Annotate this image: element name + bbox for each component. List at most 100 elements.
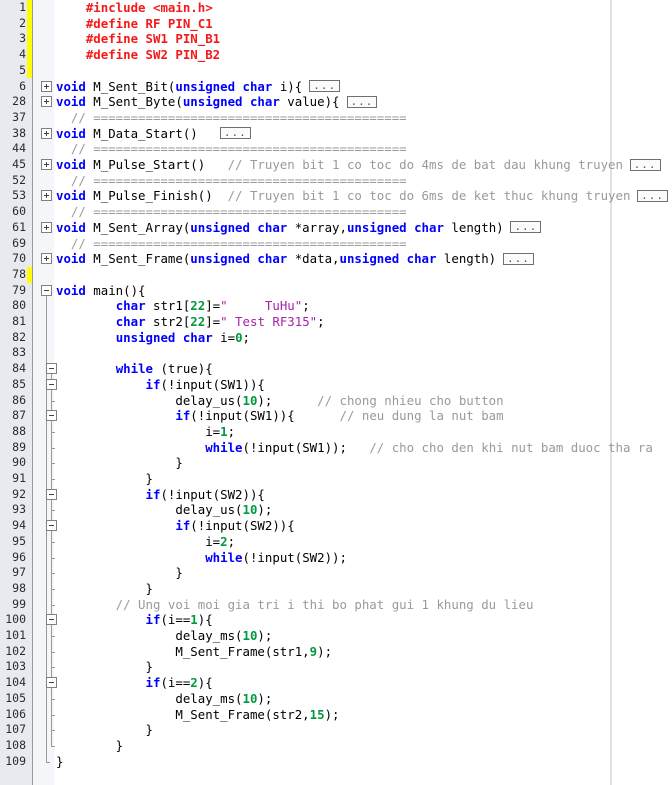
- code-line[interactable]: 70 void M_Sent_Frame(unsigned char *data,…: [0, 251, 672, 267]
- token-pun: length): [436, 251, 504, 267]
- token-kw: unsigned char: [339, 251, 437, 267]
- code-line[interactable]: 105 delay_ms(10);: [0, 691, 672, 707]
- line-text: }: [56, 659, 153, 675]
- change-bar: [27, 62, 32, 79]
- code-line[interactable]: 97 }: [0, 565, 672, 581]
- code-editor[interactable]: 1 #include <main.h> 2 #define RF PIN_C1 3 …: [0, 0, 672, 785]
- line-text: #include <main.h>: [56, 0, 213, 16]
- line-number: 5: [19, 62, 26, 77]
- line-number: 52: [12, 172, 26, 187]
- code-line[interactable]: 87 if(!input(SW1)){ // neu dung la nut b…: [0, 408, 672, 424]
- token-pun: i=: [56, 423, 221, 439]
- line-text: #define RF PIN_C1: [56, 16, 213, 32]
- code-line[interactable]: 45 void M_Pulse_Start() // Truyen bit 1 c…: [0, 157, 672, 173]
- code-line[interactable]: 79 void main(){: [0, 283, 672, 299]
- token-kw: if: [145, 675, 161, 691]
- token-pun: value){: [279, 94, 347, 110]
- collapsed-block-marker[interactable]: ...: [309, 80, 341, 92]
- token-kw: unsigned char: [115, 329, 213, 345]
- code-line[interactable]: 83: [0, 345, 672, 361]
- collapsed-block-marker[interactable]: ...: [219, 127, 251, 140]
- code-line[interactable]: 94 if(!input(SW2)){: [0, 518, 672, 534]
- code-line[interactable]: 4 #define SW2 PIN_B2: [0, 47, 672, 63]
- code-line[interactable]: 86 delay_us(10); // chong nhieu cho butt…: [0, 393, 672, 409]
- code-line[interactable]: 106 M_Sent_Frame(str2,15);: [0, 707, 672, 723]
- code-line[interactable]: 44 // ==================================…: [0, 141, 672, 157]
- code-line[interactable]: 5: [0, 62, 672, 79]
- code-line[interactable]: 102 M_Sent_Frame(str1,9);: [0, 644, 672, 660]
- code-line[interactable]: 96 while(!input(SW2));: [0, 550, 672, 566]
- line-number: 89: [12, 439, 26, 454]
- code-line[interactable]: 89 while(!input(SW1)); // cho cho den kh…: [0, 440, 672, 456]
- token-pun: i=: [212, 329, 236, 345]
- line-number: 81: [12, 314, 26, 328]
- code-line[interactable]: 103 }: [0, 659, 672, 675]
- code-line[interactable]: 60 // ==================================…: [0, 204, 672, 220]
- line-number: 88: [12, 423, 26, 438]
- code-line[interactable]: 78: [0, 266, 672, 283]
- token-pun: [56, 612, 146, 627]
- line-text: }: [56, 455, 182, 471]
- code-line[interactable]: 53 void M_Pulse_Finish() // Truyen bit 1 …: [0, 188, 672, 204]
- code-line[interactable]: 82 unsigned char i=0;: [0, 330, 672, 346]
- token-kw: unsigned char: [182, 94, 280, 110]
- code-line[interactable]: 109}: [0, 754, 672, 770]
- collapsed-block-marker[interactable]: ...: [510, 221, 542, 234]
- code-line[interactable]: 80 char str1[22]=" TuHu";: [0, 298, 672, 314]
- code-line[interactable]: 99 // Ung voi moi gia tri i thi bo phat …: [0, 597, 672, 613]
- line-text: }: [56, 581, 153, 597]
- token-pun: [56, 298, 116, 313]
- token-pun: *array,: [287, 219, 347, 235]
- code-line[interactable]: 90 }: [0, 455, 672, 471]
- code-line[interactable]: 104 if(i==2){: [0, 675, 672, 691]
- code-line[interactable]: 28 void M_Sent_Byte(unsigned char value){…: [0, 94, 672, 110]
- collapsed-block-marker[interactable]: ...: [346, 95, 378, 108]
- line-number: 96: [12, 549, 26, 564]
- line-text: void main(){: [56, 283, 146, 299]
- token-num: 10: [242, 392, 258, 408]
- code-line[interactable]: 85 if(!input(SW1)){: [0, 377, 672, 393]
- line-text: void M_Sent_Frame(unsigned char *data,un…: [56, 251, 504, 267]
- collapsed-block-marker[interactable]: ...: [503, 252, 534, 265]
- line-text: char str2[22]=" Test RF315";: [56, 314, 325, 330]
- code-line[interactable]: 61 void M_Sent_Array(unsigned char *array…: [0, 220, 672, 236]
- code-line[interactable]: 107 }: [0, 722, 672, 738]
- line-text: }: [56, 722, 153, 738]
- code-line[interactable]: 2 #define RF PIN_C1: [0, 15, 672, 32]
- code-line[interactable]: 101 delay_ms(10);: [0, 628, 672, 644]
- code-line[interactable]: 81 char str2[22]=" Test RF315";: [0, 314, 672, 330]
- line-text: i=2;: [56, 534, 235, 550]
- collapsed-block-marker[interactable]: ...: [629, 158, 661, 171]
- collapsed-block-marker[interactable]: ...: [637, 189, 668, 202]
- line-number: 44: [12, 141, 26, 156]
- token-kw: char: [115, 314, 146, 329]
- code-line[interactable]: 98 }: [0, 581, 672, 597]
- line-text: unsigned char i=0;: [56, 330, 250, 346]
- code-line[interactable]: 3 #define SW1 PIN_B1: [0, 31, 672, 48]
- line-number: 84: [12, 361, 26, 376]
- token-pun: [56, 675, 146, 690]
- code-line[interactable]: 52 // ==================================…: [0, 173, 672, 189]
- code-line[interactable]: 95 i=2;: [0, 534, 672, 550]
- code-line[interactable]: 92 if(!input(SW2)){: [0, 487, 672, 503]
- line-text: // =====================================…: [56, 110, 407, 126]
- line-text: if(!input(SW1)){ // neu dung la nut bam: [56, 408, 503, 424]
- token-pun: (!input(SW1)){: [160, 376, 265, 392]
- code-line[interactable]: 108 }: [0, 738, 672, 754]
- code-line[interactable]: 6 void M_Sent_Bit(unsigned char i){ ...: [0, 79, 672, 95]
- code-line[interactable]: 100 if(i==1){: [0, 612, 672, 628]
- line-text: if(!input(SW1)){: [56, 377, 265, 393]
- code-line[interactable]: 91 }: [0, 471, 672, 487]
- line-number: 101: [5, 628, 26, 642]
- code-line[interactable]: 93 delay_us(10);: [0, 502, 672, 518]
- code-line[interactable]: 1 #include <main.h>: [0, 0, 672, 16]
- token-pun: );: [257, 392, 318, 408]
- token-pun: }: [56, 722, 153, 738]
- code-line[interactable]: 69 // ==================================…: [0, 236, 672, 252]
- line-text: if(i==2){: [56, 675, 213, 691]
- code-line[interactable]: 88 i=1;: [0, 424, 672, 440]
- line-text: delay_us(10); // chong nhieu cho button: [56, 392, 503, 409]
- code-line[interactable]: 38 void M_Data_Start() ...: [0, 126, 672, 142]
- code-line[interactable]: 37 // ==================================…: [0, 110, 672, 126]
- code-line[interactable]: 84 while (true){: [0, 361, 672, 377]
